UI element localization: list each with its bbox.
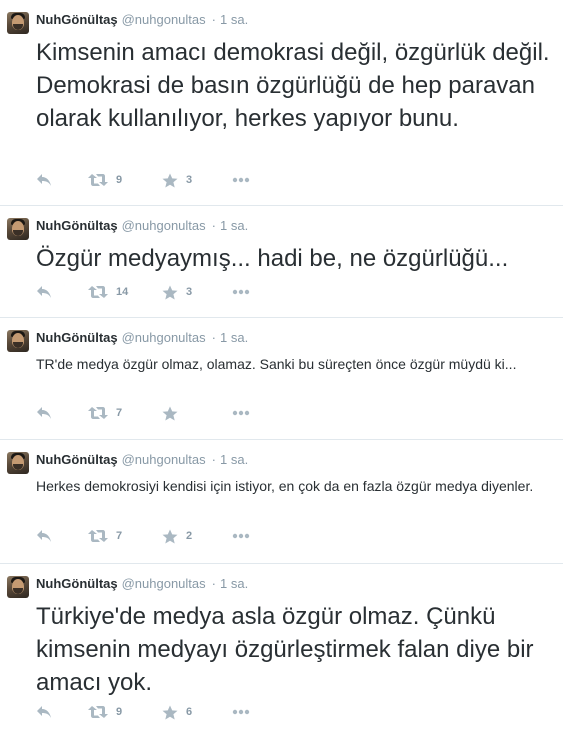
more-icon [232,289,250,295]
favorite-button[interactable]: 3 [162,171,192,189]
more-button[interactable] [232,404,250,422]
author-handle[interactable]: @nuhgonultas [122,452,206,467]
tweet-header: NuhGönültaş @nuhgonultas · 1 sa. [36,576,248,592]
favorite-button[interactable]: 2 [162,527,192,545]
star-icon [162,285,178,300]
reply-icon [36,173,52,187]
avatar[interactable] [7,218,29,240]
more-icon [232,177,250,183]
tweet-text: TR'de medya özgür olmaz, olamaz. Sanki b… [36,356,517,372]
star-icon [162,173,178,188]
retweet-button[interactable]: 7 [88,527,122,545]
favorite-button[interactable] [162,404,186,422]
reply-button[interactable] [36,404,52,422]
retweet-icon [88,285,108,299]
reply-button[interactable] [36,283,52,301]
timestamp[interactable]: 1 sa. [220,12,248,27]
tweet-header: NuhGönültaş @nuhgonultas · 1 sa. [36,452,248,468]
retweet-icon [88,705,108,719]
tweet[interactable]: NuhGönültaş @nuhgonultas · 1 sa. TR'de medy… [0,318,563,440]
favorite-count: 3 [186,286,193,298]
retweet-count: 7 [116,407,123,419]
tweet[interactable]: NuhGönültaş @nuhgonultas · 1 sa. Herkes dem… [0,440,563,564]
star-icon [162,705,178,720]
favorite-button[interactable]: 3 [162,283,192,301]
more-icon [232,533,250,539]
author-name[interactable]: NuhGönültaş [36,218,118,233]
reply-icon [36,705,52,719]
tweet[interactable]: NuhGönültaş @nuhgonultas · 1 sa. Kimsenin a… [0,0,563,206]
retweet-icon [88,406,108,420]
avatar[interactable] [7,330,29,352]
author-name[interactable]: NuhGönültaş [36,576,118,591]
tweet-text: Herkes demokrosiyi kendisi için istiyor,… [36,478,534,494]
favorite-count: 2 [186,530,193,542]
avatar[interactable] [7,452,29,474]
reply-icon [36,406,52,420]
tweet-header: NuhGönültaş @nuhgonultas · 1 sa. [36,12,248,28]
retweet-count: 14 [116,286,129,298]
retweet-button[interactable]: 7 [88,404,122,422]
more-icon [232,709,250,715]
star-icon [162,529,178,544]
retweet-button[interactable]: 9 [88,703,122,721]
author-name[interactable]: NuhGönültaş [36,330,118,345]
star-icon [162,406,178,421]
more-button[interactable] [232,283,250,301]
retweet-button[interactable]: 14 [88,283,128,301]
timestamp[interactable]: 1 sa. [220,576,248,591]
favorite-count: 3 [186,174,193,186]
reply-icon [36,285,52,299]
author-name[interactable]: NuhGönültaş [36,12,118,27]
tweet[interactable]: NuhGönültaş @nuhgonultas · 1 sa. Türkiye'de… [0,564,563,729]
author-handle[interactable]: @nuhgonultas [122,12,206,27]
separator: · [211,330,216,345]
retweet-button[interactable]: 9 [88,171,122,189]
author-handle[interactable]: @nuhgonultas [122,330,206,345]
author-name[interactable]: NuhGönültaş [36,452,118,467]
more-button[interactable] [232,171,250,189]
retweet-icon [88,529,108,543]
retweet-count: 9 [116,174,123,186]
timestamp[interactable]: 1 sa. [220,330,248,345]
favorite-button[interactable]: 6 [162,703,192,721]
reply-icon [36,529,52,543]
more-icon [232,410,250,416]
timeline: NuhGönültaş @nuhgonultas · 1 sa. Kimsenin a… [0,0,563,729]
author-handle[interactable]: @nuhgonultas [122,576,206,591]
more-button[interactable] [232,527,250,545]
tweet-text: Kimsenin amacı demokrasi değil, özgürlük… [36,39,550,132]
separator: · [211,576,216,591]
tweet-header: NuhGönültaş @nuhgonultas · 1 sa. [36,218,248,234]
more-button[interactable] [232,703,250,721]
separator: · [211,218,216,233]
tweet-text: Özgür medyaymış... hadi be, ne özgürlüğü… [36,245,509,272]
tweet-text: Türkiye'de medya asla özgür olmaz. Çünkü… [36,603,534,696]
timestamp[interactable]: 1 sa. [220,452,248,467]
tweet[interactable]: NuhGönültaş @nuhgonultas · 1 sa. Özgür medy… [0,206,563,318]
avatar[interactable] [7,12,29,34]
retweet-count: 9 [116,706,123,718]
reply-button[interactable] [36,703,52,721]
author-handle[interactable]: @nuhgonultas [122,218,206,233]
retweet-count: 7 [116,530,123,542]
separator: · [211,12,216,27]
avatar[interactable] [7,576,29,598]
retweet-icon [88,173,108,187]
tweet-header: NuhGönültaş @nuhgonultas · 1 sa. [36,330,248,346]
reply-button[interactable] [36,171,52,189]
separator: · [211,452,216,467]
favorite-count: 6 [186,706,193,718]
reply-button[interactable] [36,527,52,545]
timestamp[interactable]: 1 sa. [220,218,248,233]
